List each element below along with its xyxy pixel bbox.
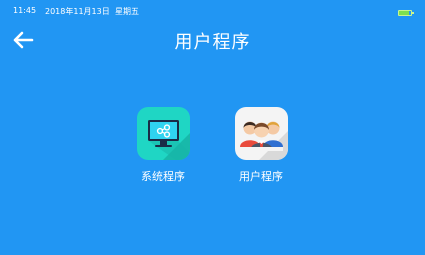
monitor-share-icon <box>136 107 190 160</box>
screen: 11:45 2018年11月13日 星期五 用户程序 系统程序 用户程序 <box>0 0 425 255</box>
page-title: 用户程序 <box>174 32 251 53</box>
app-label: 用户程序 <box>239 170 283 183</box>
app-tile-user-programs[interactable]: 用户程序 <box>226 107 296 184</box>
status-time: 11:45 <box>13 6 37 15</box>
status-date: 2018年11月13日 <box>45 7 110 16</box>
battery-icon <box>398 10 414 16</box>
app-label: 系统程序 <box>141 170 185 183</box>
app-tile-system-programs[interactable]: 系统程序 <box>128 107 198 184</box>
battery-fill <box>399 11 409 15</box>
status-bar: 11:45 2018年11月13日 星期五 <box>0 0 425 22</box>
status-weekday: 星期五 <box>115 7 139 16</box>
users-group-icon <box>234 107 288 160</box>
